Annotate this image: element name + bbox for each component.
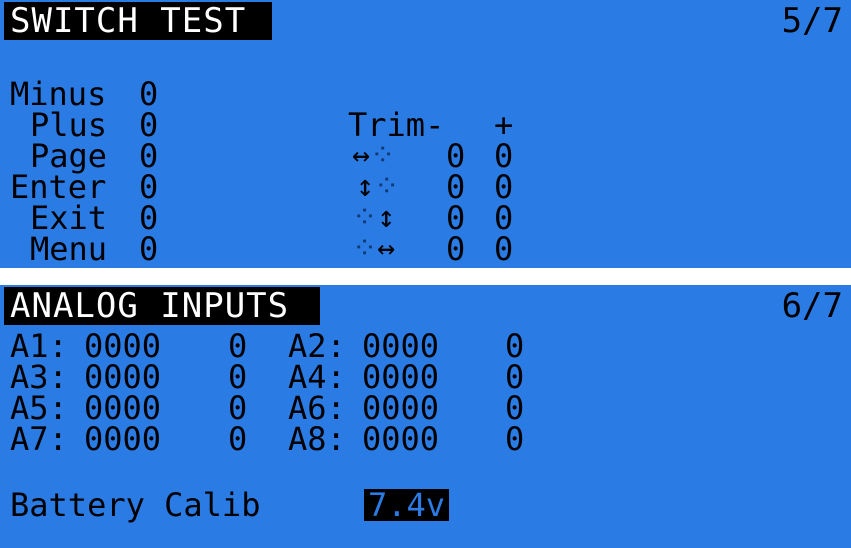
switch-test-title: SWITCH TEST <box>10 1 247 41</box>
analog-label-a8: A8: <box>288 420 346 458</box>
dotted-horizontal-arrow-icon: ⁘↔ <box>352 231 396 266</box>
trim-row4-minus: 0 <box>446 230 466 268</box>
switch-label-menu: Menu <box>30 230 108 268</box>
analog-raw-a7: 0000 <box>84 420 162 458</box>
battery-calib-label: Battery Calib <box>10 486 261 524</box>
vertical-arrow-dotted-icon: ↕⁘ <box>356 169 400 204</box>
switch-test-page-number: 5/7 <box>781 1 843 41</box>
horizontal-arrow-dotted-icon: ↔⁘ <box>352 138 396 173</box>
switch-test-screen: SWITCH TEST 5/7 Minus 0 Plus 0 Page 0 En… <box>0 0 851 268</box>
analog-val-a7: 0 <box>228 420 248 458</box>
dotted-vertical-arrow-icon: ⁘↕ <box>352 200 396 235</box>
trim-minus-header: Trim- <box>348 106 445 144</box>
switch-test-titlebar: SWITCH TEST 5/7 <box>0 0 851 44</box>
analog-raw-a8: 0000 <box>362 420 440 458</box>
analog-val-a8: 0 <box>505 420 525 458</box>
analog-inputs-title: ANALOG INPUTS <box>10 286 290 326</box>
analog-inputs-titlebar: ANALOG INPUTS 6/7 <box>0 285 851 329</box>
analog-inputs-screen: ANALOG INPUTS 6/7 A1: 0000 0 A2: 0000 0 … <box>0 285 851 548</box>
switch-value-menu: 0 <box>139 230 159 268</box>
analog-inputs-page-number: 6/7 <box>781 286 843 326</box>
analog-label-a7: A7: <box>10 420 68 458</box>
battery-calib-value[interactable]: 7.4v <box>364 489 450 521</box>
trim-row4-plus: 0 <box>494 230 514 268</box>
